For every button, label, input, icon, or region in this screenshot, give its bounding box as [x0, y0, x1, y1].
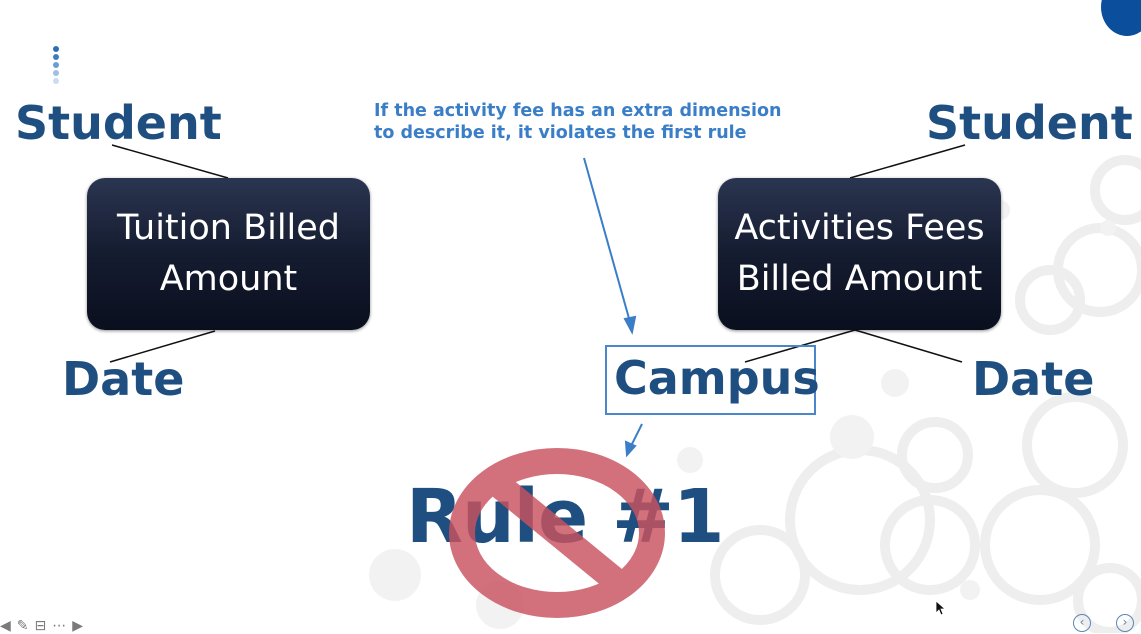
callout-line-2: to describe it, it violates the first ru…: [374, 123, 747, 143]
callout-line-1: If the activity fee has an extra dimensi…: [374, 101, 782, 121]
prev-slide-icon[interactable]: ‹: [1073, 614, 1091, 632]
slides-icon[interactable]: ⊟: [35, 619, 47, 633]
fact-label-line-2: Billed Amount: [736, 259, 983, 299]
presentation-toolbar: ◀ ✎ ⊟ ⋯ ▶: [0, 617, 83, 633]
more-icon[interactable]: ⋯: [52, 619, 66, 633]
fact-label-line-1: Activities Fees: [734, 208, 985, 248]
back-arrow-icon[interactable]: ◀: [0, 619, 11, 633]
callout-note: If the activity fee has an extra dimensi…: [374, 100, 781, 144]
campus-dimension: Campus: [614, 351, 820, 405]
no-sign-icon: [449, 448, 665, 618]
tuition-fact-box: Tuition Billed Amount: [87, 178, 370, 330]
activities-fact-box: Activities Fees Billed Amount: [718, 178, 1001, 330]
student-dimension-left: Student: [15, 96, 222, 150]
slide: Student Tuition Billed Amount Date Stude…: [0, 0, 1141, 633]
date-dimension-right: Date: [972, 352, 1095, 406]
mouse-pointer-icon: [935, 600, 947, 616]
fact-label-line-1: Tuition Billed: [116, 208, 341, 248]
date-dimension-left: Date: [62, 352, 185, 406]
fact-label-line-2: Amount: [159, 259, 298, 299]
forward-arrow-icon[interactable]: ▶: [72, 619, 83, 633]
next-slide-icon[interactable]: ›: [1116, 614, 1134, 632]
student-dimension-right: Student: [926, 96, 1133, 150]
pen-icon[interactable]: ✎: [17, 619, 29, 633]
